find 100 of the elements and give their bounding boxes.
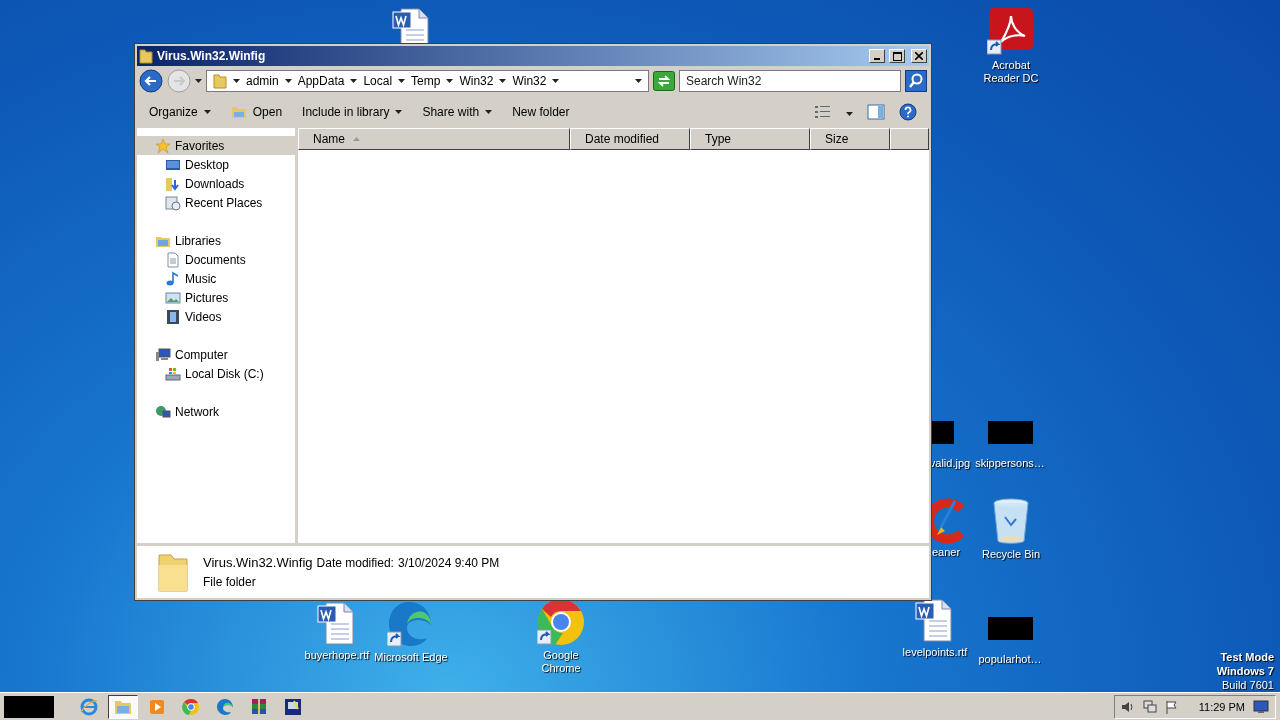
date-modified-value: 3/10/2024 9:40 PM: [397, 556, 500, 570]
caret-icon: [350, 79, 358, 83]
redacted-block: [987, 617, 1033, 640]
monitor-icon: [283, 696, 303, 717]
desktop-icon-label[interactable]: popularhot…: [978, 653, 1042, 666]
breadcrumb-item[interactable]: Win32: [459, 74, 494, 88]
redacted-block: [4, 695, 54, 718]
back-button[interactable]: [139, 69, 163, 93]
nav-item[interactable]: Libraries: [137, 231, 295, 250]
caret-icon: [398, 79, 406, 83]
recycle-bin-icon: [991, 497, 1031, 545]
desktop-icon-label[interactable]: skippersons…: [975, 457, 1045, 470]
maximize-icon: [892, 51, 902, 61]
edge-browser-icon: [215, 696, 235, 717]
refresh-button[interactable]: [653, 71, 675, 91]
internet-explorer-icon: [79, 696, 99, 717]
chrome-browser-icon: [537, 598, 585, 646]
nav-item[interactable]: Documents: [137, 250, 295, 269]
column-header[interactable]: Type: [690, 128, 810, 150]
breadcrumb-item[interactable]: AppData: [297, 74, 345, 88]
speaker-icon[interactable]: [1120, 699, 1135, 714]
window-title: Virus.Win32.Winfig: [157, 49, 267, 63]
network-icon[interactable]: [1142, 699, 1157, 714]
nav-item[interactable]: Downloads: [137, 174, 295, 193]
open-folder-icon: [230, 104, 247, 120]
search-icon[interactable]: [905, 70, 927, 92]
hard-disk-icon: [165, 365, 181, 382]
chrome-browser-icon: [181, 696, 201, 717]
toolbar-button[interactable]: Include in library: [294, 102, 411, 122]
maximize-button[interactable]: [889, 49, 905, 63]
nav-item[interactable]: Videos: [137, 307, 295, 326]
pdf-app-icon: [987, 8, 1035, 56]
search-field[interactable]: Search Win32: [679, 70, 901, 92]
minimize-button[interactable]: [869, 49, 885, 63]
nav-item[interactable]: Desktop: [137, 155, 295, 174]
caret-icon: [233, 79, 240, 83]
caret-icon: [485, 110, 493, 114]
desktop-icon-label[interactable]: Recycle Bin: [981, 548, 1041, 561]
downloads-folder-icon: [165, 175, 181, 192]
winrar-icon: [249, 696, 269, 717]
caret-icon: [499, 79, 507, 83]
taskbar-button[interactable]: [108, 694, 138, 719]
desktop-icon-label[interactable]: eaner: [931, 546, 961, 559]
toolbar-button[interactable]: Share with: [414, 102, 501, 122]
pictures-icon: [165, 289, 181, 306]
column-header[interactable]: Name: [298, 128, 570, 150]
item-name: Virus.Win32.Winfig: [203, 555, 313, 570]
desktop-icon-label[interactable]: Acrobat Reader DC: [973, 59, 1049, 85]
caret-icon: [395, 110, 403, 114]
recent-places-icon: [165, 194, 181, 211]
desktop-icon-label[interactable]: levelpoints.rtf: [902, 646, 968, 659]
breadcrumb-item[interactable]: admin: [246, 74, 279, 88]
nav-item[interactable]: Favorites: [137, 136, 295, 155]
flag-icon[interactable]: [1164, 699, 1179, 714]
caret-icon: [203, 110, 211, 114]
view-options-icon[interactable]: [814, 105, 832, 119]
os-notice-text: Test Mode: [1220, 650, 1274, 664]
breadcrumb-item[interactable]: Win32: [512, 74, 547, 88]
os-notice-text: Windows 7: [1216, 664, 1274, 678]
show-desktop-icon[interactable]: [1253, 699, 1269, 714]
folder-icon: [155, 551, 191, 593]
column-header[interactable]: Size: [810, 128, 890, 150]
film-strip-icon: [165, 308, 181, 325]
close-button[interactable]: [911, 49, 927, 63]
help-icon[interactable]: [899, 103, 917, 121]
address-dropdown-icon: [635, 79, 642, 83]
toolbar-button[interactable]: New folder: [504, 102, 578, 122]
caret-icon: [284, 79, 292, 83]
breadcrumb-item[interactable]: Temp: [411, 74, 441, 88]
date-modified-label: Date modified:: [316, 556, 394, 570]
toolbar-button[interactable]: Open: [222, 101, 291, 123]
column-header[interactable]: Date modified: [570, 128, 690, 150]
nav-item[interactable]: Computer: [137, 345, 295, 364]
nav-item[interactable]: Music: [137, 269, 295, 288]
folder-icon: [139, 48, 153, 64]
close-icon: [915, 52, 923, 60]
folder-icon: [213, 73, 227, 89]
documents-icon: [165, 251, 181, 268]
history-caret-icon: [195, 79, 202, 83]
nav-item[interactable]: Pictures: [137, 288, 295, 307]
nav-item[interactable]: Local Disk (C:): [137, 364, 295, 383]
view-caret-icon: [846, 112, 853, 116]
preview-pane-icon[interactable]: [867, 104, 885, 120]
redacted-block: [987, 421, 1033, 444]
sort-arrow-icon: [353, 137, 360, 141]
os-notice-text: Build 7601: [1222, 678, 1274, 692]
nav-item[interactable]: Recent Places: [137, 193, 295, 212]
breadcrumb-item[interactable]: Local: [363, 74, 393, 88]
clock[interactable]: 11:29 PM: [1198, 700, 1245, 713]
network-globe-icon: [155, 403, 171, 420]
music-note-icon: [165, 270, 181, 287]
item-type: File folder: [203, 575, 257, 589]
computer-icon: [155, 346, 171, 363]
desktop-icon-label[interactable]: valid.jpg: [929, 457, 971, 470]
address-bar[interactable]: admin AppData Local Temp Win32 Win32: [206, 70, 649, 92]
nav-item[interactable]: Network: [137, 402, 295, 421]
caret-icon: [446, 79, 454, 83]
star-icon: [155, 137, 171, 154]
toolbar-button[interactable]: Organize: [141, 102, 219, 122]
caret-icon: [552, 79, 560, 83]
